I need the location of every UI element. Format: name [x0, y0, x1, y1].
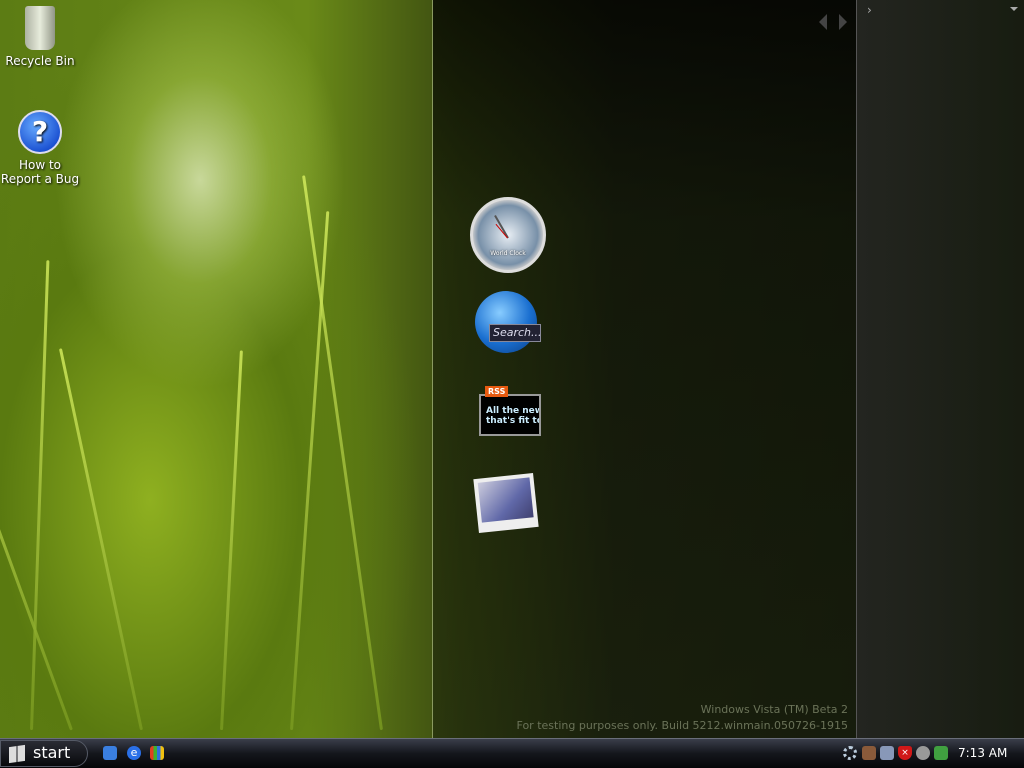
- switch-windows-icon[interactable]: [150, 746, 164, 760]
- photo-icon: [477, 477, 534, 523]
- next-page-icon[interactable]: [839, 14, 855, 30]
- windows-logo-icon: [9, 744, 25, 764]
- internet-explorer-icon[interactable]: e: [127, 746, 141, 760]
- desktop-icon-recycle-bin[interactable]: Recycle Bin: [0, 6, 80, 68]
- chevron-down-icon[interactable]: [1010, 7, 1018, 15]
- previous-page-icon[interactable]: [811, 14, 827, 30]
- sidebar-panel: ›: [856, 0, 1024, 738]
- globe-icon: [475, 291, 537, 353]
- taskbar-clock[interactable]: 7:13 AM: [958, 746, 1007, 760]
- watermark-line1: Windows Vista (TM) Beta 2: [700, 703, 848, 716]
- security-shield-icon[interactable]: ×: [898, 746, 912, 760]
- gadget-gallery: [432, 0, 856, 738]
- recycle-bin-icon: [25, 6, 55, 50]
- tablet-pen-icon[interactable]: [862, 746, 876, 760]
- chevron-right-icon[interactable]: ›: [867, 3, 872, 17]
- rss-icon: RSS: [485, 386, 509, 397]
- help-icon: ?: [18, 110, 62, 154]
- settings-gear-icon[interactable]: [843, 746, 857, 760]
- gadget-world-clock[interactable]: World Clock: [470, 197, 546, 273]
- start-button[interactable]: start: [0, 740, 88, 767]
- watermark-line2: For testing purposes only. Build 5212.wi…: [516, 719, 848, 732]
- gadget-slideshow[interactable]: [473, 473, 539, 533]
- show-desktop-icon[interactable]: [103, 746, 117, 760]
- clock-icon: [494, 214, 509, 239]
- magnifier-icon[interactable]: [880, 746, 894, 760]
- taskbar: start e × 7:13 AM: [0, 738, 1024, 768]
- gadget-search[interactable]: Search...: [475, 291, 542, 353]
- desktop-icon-report-bug[interactable]: ? How to Report a Bug: [0, 110, 80, 186]
- gadget-rss[interactable]: All the new that's fit to RSS: [479, 386, 541, 436]
- world-clock-label: World Clock: [490, 250, 526, 257]
- volume-icon[interactable]: [916, 746, 930, 760]
- network-icon[interactable]: [934, 746, 948, 760]
